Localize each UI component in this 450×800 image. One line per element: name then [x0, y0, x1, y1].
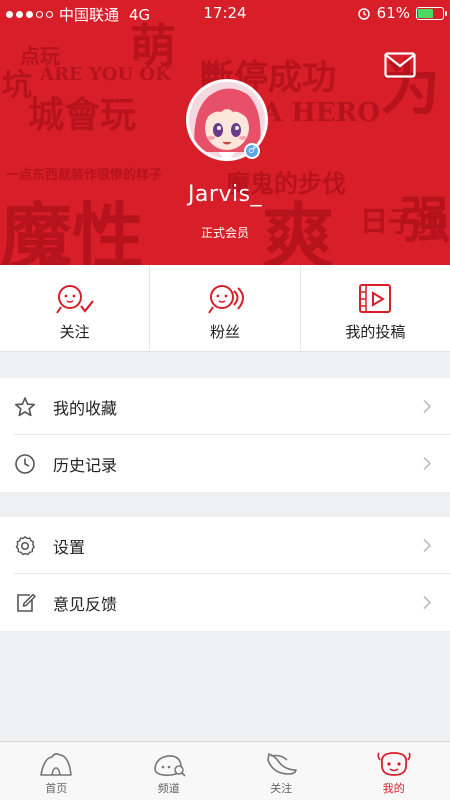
- background-text: 城會玩: [28, 94, 137, 136]
- tab-home[interactable]: 首页: [0, 742, 113, 800]
- follow-label: 关注: [59, 323, 90, 341]
- home-icon: [40, 753, 73, 776]
- follow-icon: [55, 285, 94, 314]
- tab-label: 首页: [45, 782, 68, 795]
- fans-icon: [208, 285, 244, 314]
- fans-button[interactable]: 粉丝: [150, 265, 301, 351]
- tab-label: 频道: [157, 782, 180, 795]
- channel-icon: [153, 755, 186, 777]
- edit-icon: [17, 593, 36, 612]
- menu-item-history[interactable]: 历史记录: [0, 435, 450, 492]
- chevron-right-icon: [423, 538, 432, 553]
- male-icon: ♂: [244, 143, 260, 159]
- background-text: 坑: [2, 68, 32, 103]
- menu-item-label: 设置: [53, 537, 86, 557]
- tab-bar: 首页 频道 关注 我的: [0, 741, 450, 800]
- my-uploads-button[interactable]: 我的投稿: [301, 265, 450, 351]
- member-level: 正式会员: [200, 226, 249, 240]
- chevron-right-icon: [423, 595, 432, 610]
- banana-icon: [267, 753, 298, 775]
- tab-label: 关注: [270, 782, 293, 795]
- video-upload-icon: [359, 284, 392, 313]
- menu-item-label: 历史记录: [53, 455, 118, 475]
- fans-label: 粉丝: [209, 323, 240, 341]
- chevron-right-icon: [423, 399, 432, 414]
- background-text: 一点东西就装作很惨的样子: [6, 168, 163, 183]
- tab-channel[interactable]: 频道: [113, 742, 226, 800]
- tab-mine[interactable]: 我的: [338, 742, 450, 800]
- profile-actions: 关注 粉丝 我的投稿: [0, 265, 450, 352]
- star-icon: [15, 396, 35, 416]
- menu-item-settings[interactable]: 设置: [0, 517, 450, 574]
- menu-item-label: 意见反馈: [53, 594, 118, 614]
- battery-icon: [416, 6, 447, 20]
- tab-follow[interactable]: 关注: [225, 742, 338, 800]
- menu-group-settings: 设置 意见反馈: [0, 517, 450, 631]
- mail-icon[interactable]: [384, 52, 416, 78]
- tab-label: 我的: [382, 782, 405, 795]
- menu-group-collections: 我的收藏 历史记录: [0, 378, 450, 492]
- background-text: A HERO: [262, 98, 380, 128]
- battery-percent: 61%: [376, 4, 410, 22]
- follow-button[interactable]: 关注: [0, 265, 151, 351]
- status-bar: 中国联通 4G 17:24 61%: [0, 0, 450, 26]
- my-uploads-label: 我的投稿: [345, 323, 406, 341]
- menu-item-label: 我的收藏: [53, 398, 118, 418]
- chevron-right-icon: [423, 456, 432, 471]
- menu-item-favorites[interactable]: 我的收藏: [0, 378, 450, 435]
- alarm-icon: [357, 8, 370, 20]
- menu-item-feedback[interactable]: 意见反馈: [0, 574, 450, 631]
- mine-icon: [377, 752, 411, 776]
- username: Jarvis_: [187, 182, 263, 207]
- gear-icon: [15, 535, 35, 555]
- profile-header: 魔性 爽 城會玩 ARE YOU OK A HERO 萌 斷停成功 魔鬼的步伐 …: [0, 0, 450, 265]
- clock-icon: [15, 453, 35, 474]
